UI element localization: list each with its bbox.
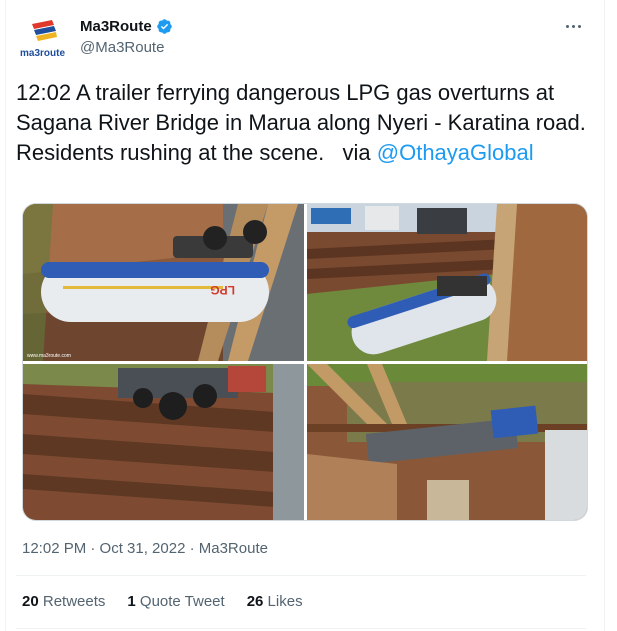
quotes-label: Quote Tweet xyxy=(139,593,225,610)
author-handle[interactable]: @Ma3Route xyxy=(80,39,164,56)
likes-label: Likes xyxy=(267,593,303,610)
mention-link[interactable]: @OthayaGlobal xyxy=(377,140,534,165)
tweet-timestamp[interactable]: 12:02 PM · Oct 31, 2022 · Ma3Route xyxy=(22,540,268,557)
quotes-count: 1 xyxy=(127,593,136,610)
retweets-stat[interactable]: 20 Retweets xyxy=(22,593,105,610)
divider-bottom xyxy=(16,628,586,629)
tank-lpg-label: LPG xyxy=(210,283,235,297)
author-name-row[interactable]: Ma3Route xyxy=(80,18,173,35)
photo-watermark: www.ma3route.com xyxy=(27,353,71,359)
photo-truck-cab[interactable] xyxy=(23,364,304,520)
photo-overturned-tanker[interactable]: LPG www.ma3route.com xyxy=(23,204,304,361)
likes-count: 26 xyxy=(246,593,264,610)
logo-text: ma3route xyxy=(20,48,65,59)
media-grid: LPG www.ma3route.com xyxy=(22,203,588,521)
truck-cab-on-riverbank-photo xyxy=(23,364,304,520)
bridge-crash-scene-photo xyxy=(307,204,587,361)
photo-tanker-in-river[interactable] xyxy=(307,364,587,520)
overturned-tanker-photo: LPG www.ma3route.com xyxy=(23,204,304,361)
display-name[interactable]: Ma3Route xyxy=(80,18,152,35)
more-options-icon[interactable] xyxy=(562,16,584,36)
engagement-stats: 20 Retweets 1 Quote Tweet 26 Likes xyxy=(22,593,325,610)
ma3route-logo-avatar[interactable]: ma3route xyxy=(18,16,70,60)
likes-stat[interactable]: 26 Likes xyxy=(247,593,303,610)
retweets-count: 20 xyxy=(22,593,39,610)
verified-badge-icon xyxy=(156,19,172,34)
retweets-label: Retweets xyxy=(42,593,106,610)
photo-bridge-crash-scene[interactable] xyxy=(307,204,587,361)
divider-top xyxy=(16,575,586,576)
quote-tweets-stat[interactable]: 1 Quote Tweet xyxy=(127,593,224,610)
tanker-in-river-photo xyxy=(307,364,587,520)
tweet-text: 12:02 A trailer ferrying dangerous LPG g… xyxy=(16,78,590,168)
